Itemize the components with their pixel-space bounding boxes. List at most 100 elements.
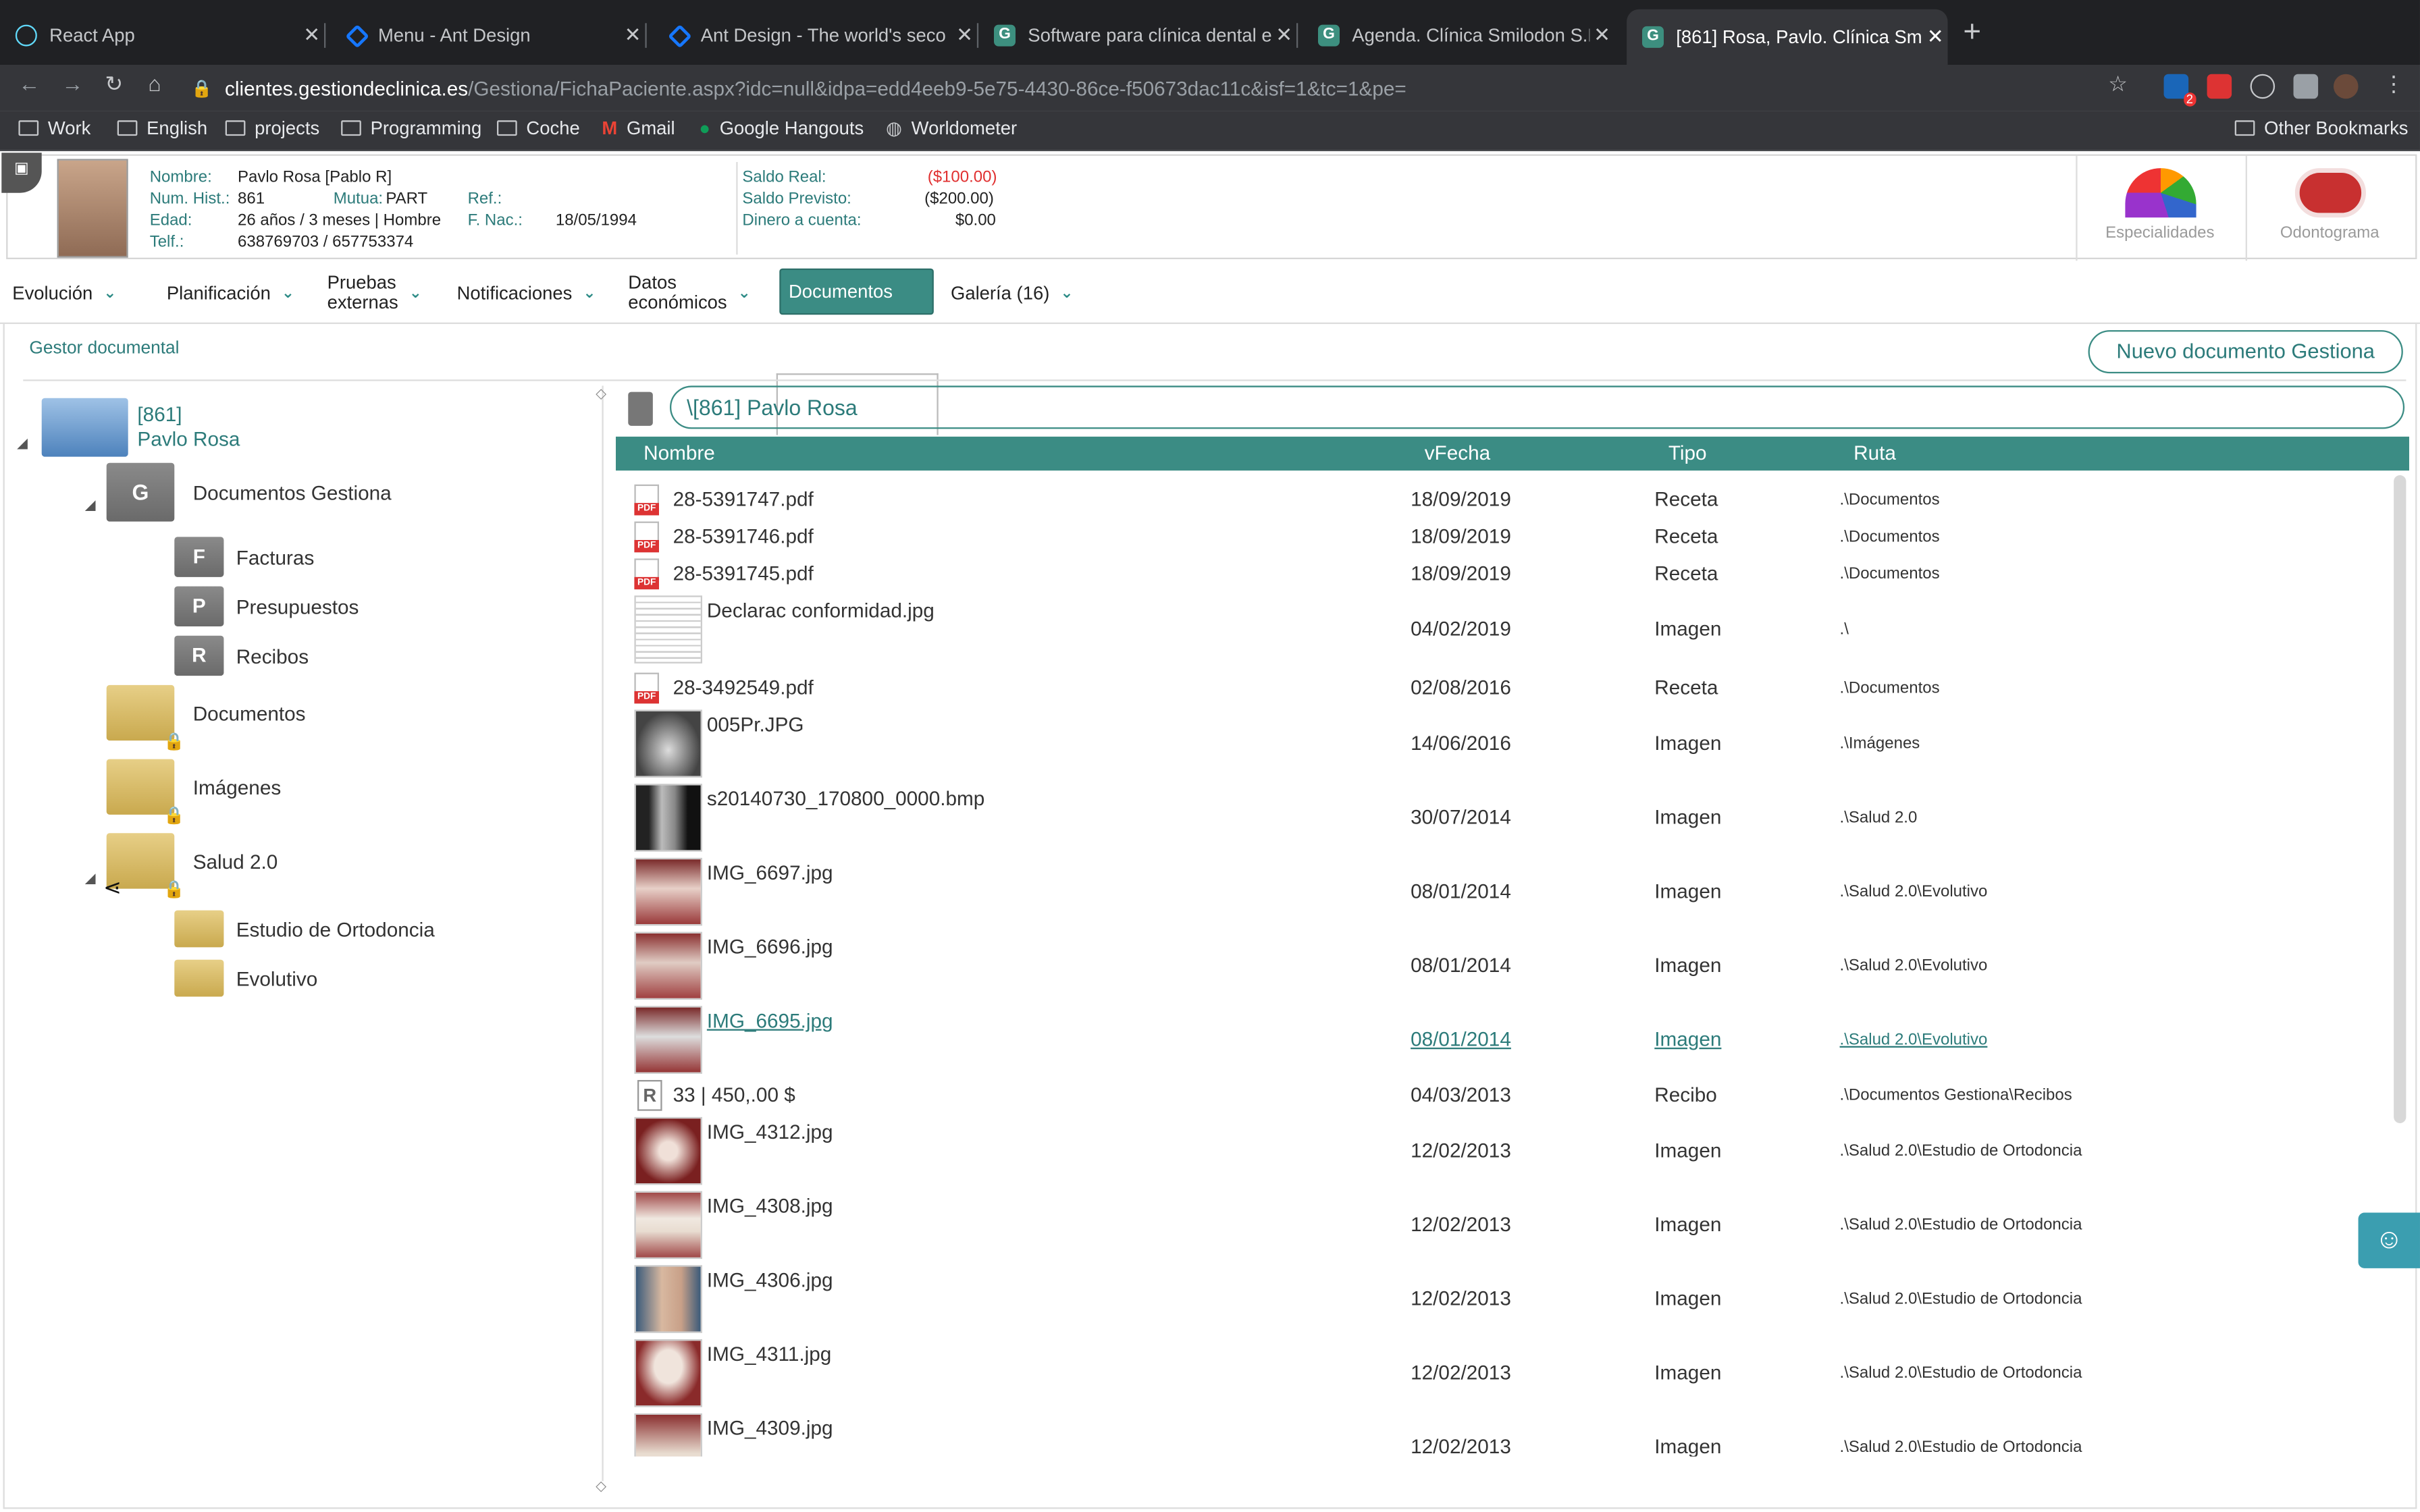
- resize-handle-icon[interactable]: ◇: [596, 385, 606, 402]
- gestor-documental-link[interactable]: Gestor documental: [29, 340, 179, 358]
- xray-thumbnail: [634, 784, 702, 852]
- patient-name: Pavlo Rosa [Pablo R]: [237, 168, 392, 187]
- close-icon[interactable]: ✕: [1589, 23, 1614, 48]
- bookmark-other[interactable]: Other Bookmarks: [2234, 117, 2409, 139]
- chevron-down-icon: ⌄: [1060, 284, 1074, 302]
- bookmark-label: projects: [255, 117, 320, 139]
- tree-imagenes[interactable]: 🔒 Imágenes: [106, 759, 281, 826]
- new-document-button[interactable]: Nuevo documento Gestiona: [2088, 330, 2403, 374]
- react-devtools-icon[interactable]: [2250, 74, 2276, 99]
- react-icon: [15, 24, 37, 47]
- patient-num-hist: 861: [237, 190, 265, 209]
- camera-icon[interactable]: ▣: [1, 153, 42, 193]
- profile-avatar[interactable]: [2333, 74, 2359, 99]
- forward-icon[interactable]: →: [61, 71, 83, 96]
- bookmark-coche[interactable]: Coche: [496, 117, 580, 139]
- label-mutua: Mutua:: [333, 190, 384, 209]
- tree-documentos[interactable]: 🔒 Documentos: [106, 684, 306, 751]
- tree-presupuestos[interactable]: P Presupuestos: [174, 586, 359, 626]
- resize-handle-icon[interactable]: ◇: [596, 1478, 606, 1495]
- more-menu-icon[interactable]: ⋮: [2383, 71, 2404, 97]
- close-icon[interactable]: ✕: [1271, 23, 1296, 48]
- bookmark-worldometer[interactable]: ◍ Worldometer: [886, 117, 1017, 139]
- odontograma-button[interactable]: Odontograma: [2245, 155, 2413, 261]
- reload-icon[interactable]: ↻: [105, 71, 123, 97]
- expanded-triangle-icon[interactable]: ◢: [85, 497, 96, 514]
- document-list-scrollbar[interactable]: [2394, 475, 2406, 1123]
- tab-ant-design-home[interactable]: Ant Design - The world's seco ✕: [668, 12, 979, 59]
- tree-salud[interactable]: 🔒 ⋖ Salud 2.0: [103, 833, 278, 900]
- tab-patient-active[interactable]: G [861] Rosa, Pavlo. Clínica Smilo ✕: [1627, 9, 1948, 65]
- folder-icon: [341, 120, 361, 136]
- lastpass-extension-icon[interactable]: [2207, 74, 2232, 99]
- tab-evolucion[interactable]: Evolución ⌄: [12, 263, 116, 324]
- tab-software-clinica[interactable]: G Software para clínica dental en ✕: [993, 12, 1298, 59]
- back-icon[interactable]: ←: [18, 71, 40, 96]
- new-tab-icon[interactable]: +: [1963, 16, 1981, 51]
- column-fecha[interactable]: vFecha: [1425, 441, 1490, 464]
- current-path-field[interactable]: \[861] Pavlo Rosa: [669, 385, 2405, 429]
- tab-datos-economicos[interactable]: Datos económicos ⌄: [628, 263, 751, 324]
- tree-estudio-ortodoncia[interactable]: Estudio de Ortodoncia: [174, 910, 435, 948]
- tab-title: Menu - Ant Design: [377, 24, 531, 47]
- bookmark-star-icon[interactable]: ☆: [2108, 71, 2128, 97]
- close-icon[interactable]: ✕: [621, 23, 646, 48]
- tree-root-patient[interactable]: [861] Pavlo Rosa: [41, 398, 240, 457]
- chat-support-icon[interactable]: ☺: [2358, 1212, 2420, 1268]
- presupuestos-folder-icon: P: [174, 586, 224, 626]
- bookmark-english[interactable]: English: [117, 117, 207, 139]
- cell-fecha: 08/01/2014: [1411, 953, 1511, 977]
- tab-pruebas-externas[interactable]: Pruebas externas ⌄: [327, 263, 422, 324]
- table-row[interactable]: IMG_4309.jpg 12/02/2013 Imagen .\Salud 2…: [628, 1413, 2388, 1457]
- address-bar[interactable]: 🔒 clientes.gestiondeclinica.es/Gestiona/…: [191, 71, 2151, 105]
- tree-facturas[interactable]: F Facturas: [174, 537, 314, 577]
- patient-menu: Evolución ⌄ Planificación ⌄ Pruebas externa…: [0, 263, 2420, 435]
- column-nombre[interactable]: Nombre: [643, 441, 715, 464]
- bookmark-label: English: [147, 117, 208, 139]
- bookmark-gmail[interactable]: M Gmail: [602, 117, 675, 139]
- expanded-triangle-icon[interactable]: ◢: [85, 870, 96, 887]
- linkedin-extension-icon[interactable]: 2: [2163, 74, 2197, 107]
- tab-agenda[interactable]: G Agenda. Clínica Smilodon S.L.F ✕: [1317, 12, 1614, 59]
- cell-tipo: Imagen: [1654, 1434, 1722, 1457]
- bookmark-projects[interactable]: projects: [225, 117, 320, 139]
- cell-nombre: 28-5391745.pdf: [673, 561, 814, 585]
- shared-folder-icon: 🔒 ⋖: [103, 833, 185, 900]
- tab-notificaciones[interactable]: Notificaciones ⌄: [457, 263, 596, 324]
- tree-evolutivo[interactable]: Evolutivo: [174, 959, 317, 997]
- tab-planificacion[interactable]: Planificación ⌄: [167, 263, 294, 324]
- folder-letter: P: [192, 593, 206, 618]
- bookmark-hangouts[interactable]: ● Google Hangouts: [699, 117, 864, 139]
- cell-ruta: .\Documentos Gestiona\Recibos: [1839, 1086, 2072, 1105]
- bookmark-programming[interactable]: Programming: [341, 117, 481, 139]
- gestiona-icon: G: [993, 24, 1016, 47]
- cell-fecha: 12/02/2013: [1411, 1434, 1511, 1457]
- tree-label: Recibos: [236, 644, 309, 668]
- tab-documentos[interactable]: Documentos: [779, 268, 934, 315]
- bookmark-work[interactable]: Work: [18, 117, 90, 139]
- divider: [23, 379, 2406, 381]
- chevron-down-icon: ⌄: [103, 284, 117, 302]
- especialidades-button[interactable]: Especialidades: [2076, 155, 2242, 261]
- pane-splitter[interactable]: [602, 385, 604, 1482]
- column-ruta[interactable]: Ruta: [1853, 441, 1896, 464]
- extensions-puzzle-icon[interactable]: [2293, 74, 2319, 99]
- cell-ruta: .\Documentos: [1839, 564, 1940, 583]
- xray-thumbnail: [634, 709, 702, 778]
- tree-recibos[interactable]: R Recibos: [174, 635, 309, 676]
- chevron-down-icon: ⌄: [281, 284, 295, 302]
- tab-menu-ant-design[interactable]: Menu - Ant Design ✕: [345, 12, 647, 59]
- home-icon[interactable]: ⌂: [148, 71, 161, 96]
- column-tipo[interactable]: Tipo: [1668, 441, 1707, 464]
- tree-documentos-gestiona[interactable]: G Documentos Gestiona: [106, 462, 392, 522]
- expanded-triangle-icon[interactable]: ◢: [17, 435, 28, 452]
- close-icon[interactable]: ✕: [952, 23, 977, 48]
- menu-label: Galería (16): [950, 281, 1050, 304]
- browser-tab-bar: React App ✕ Menu - Ant Design ✕ Ant Desi…: [0, 0, 2420, 65]
- close-icon[interactable]: ✕: [1923, 25, 1948, 50]
- gestiona-folder-icon: G: [106, 462, 175, 522]
- tab-galeria[interactable]: Galería (16) ⌄: [951, 263, 1074, 324]
- tab-react-app[interactable]: React App ✕: [15, 12, 326, 59]
- cell-ruta: .\Salud 2.0\Estudio de Ortodoncia: [1839, 1216, 2082, 1235]
- close-icon[interactable]: ✕: [299, 23, 324, 48]
